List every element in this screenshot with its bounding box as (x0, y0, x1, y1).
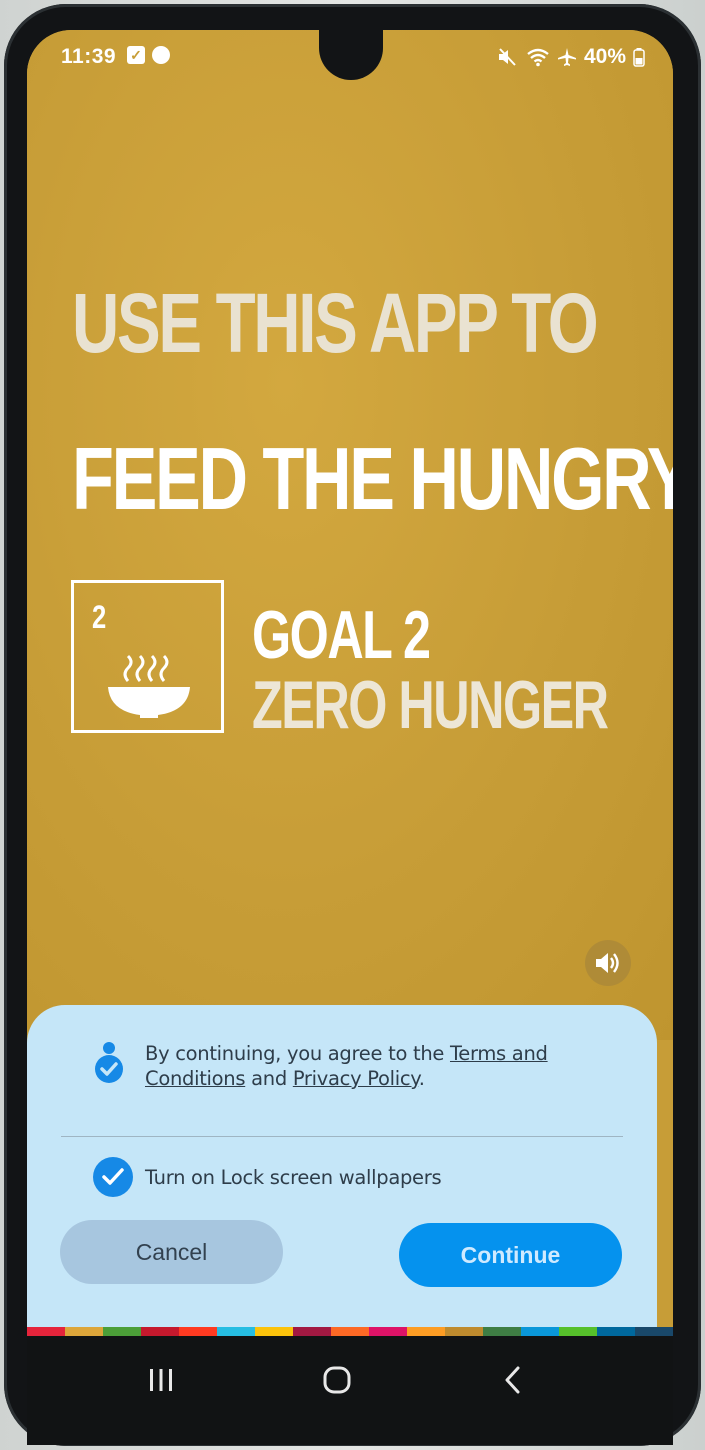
sdg-color-segment (65, 1327, 103, 1336)
sdg-color-segment (445, 1327, 483, 1336)
goal-title: GOAL 2 (252, 597, 431, 673)
sdg-color-strip (27, 1327, 673, 1336)
terms-suffix: . (418, 1067, 425, 1090)
screen: 11:39 ✓ 40% USE THIS APP TO FEED THE HUN… (27, 30, 673, 1445)
continue-button[interactable]: Continue (399, 1223, 622, 1287)
terms-row: By continuing, you agree to the Terms an… (91, 1041, 555, 1091)
home-icon (323, 1366, 351, 1394)
sdg-color-segment (521, 1327, 559, 1336)
sdg-color-segment (103, 1327, 141, 1336)
phone-device: 11:39 ✓ 40% USE THIS APP TO FEED THE HUN… (0, 0, 705, 1450)
privacy-policy-link[interactable]: Privacy Policy (293, 1067, 419, 1090)
recent-apps-button[interactable] (131, 1358, 191, 1402)
recent-apps-icon (150, 1369, 172, 1391)
sdg-color-segment (483, 1327, 521, 1336)
check-icon (102, 1168, 124, 1185)
sdg-goal-2-icon: 2 (71, 580, 224, 733)
sdg-color-segment (255, 1327, 293, 1336)
headline-feed-the-hungry: FEED THE HUNGRY (72, 429, 673, 528)
sdg-color-segment (559, 1327, 597, 1336)
terms-middle: and (245, 1067, 293, 1090)
divider (61, 1136, 623, 1137)
face-notification-icon (152, 46, 170, 64)
back-icon (505, 1366, 520, 1394)
lock-screen-checkbox[interactable] (93, 1157, 133, 1197)
sdg-color-segment (293, 1327, 331, 1336)
sdg-color-segment (27, 1327, 65, 1336)
headline-use-this-app: USE THIS APP TO (72, 276, 599, 370)
back-button[interactable] (483, 1358, 543, 1402)
sdg-wallpaper (27, 30, 673, 1040)
terms-prefix: By continuing, you agree to the (145, 1042, 450, 1065)
consent-sheet: By continuing, you agree to the Terms an… (27, 1005, 657, 1335)
speaker-icon (596, 953, 619, 973)
steaming-bowl-icon (108, 654, 190, 718)
sdg-color-segment (217, 1327, 255, 1336)
mute-icon (498, 48, 516, 66)
checkbox-notification-icon: ✓ (127, 46, 145, 64)
sound-button[interactable] (585, 940, 631, 986)
person-check-icon (95, 1042, 123, 1083)
navigation-bar (27, 1336, 673, 1445)
battery-icon (633, 48, 645, 67)
sdg-color-segment (141, 1327, 179, 1336)
battery-percent: 40% (583, 45, 626, 68)
lock-screen-wallpaper-toggle[interactable]: Turn on Lock screen wallpapers (93, 1157, 442, 1197)
home-button[interactable] (307, 1358, 367, 1402)
goal-number: 2 (92, 599, 107, 635)
status-time: 11:39 (61, 45, 117, 68)
wifi-icon (527, 48, 549, 67)
status-bar: 11:39 ✓ 40% (27, 42, 673, 78)
sdg-color-segment (635, 1327, 673, 1336)
sdg-color-segment (179, 1327, 217, 1336)
goal-subtitle: ZERO HUNGER (252, 667, 609, 743)
sdg-color-segment (331, 1327, 369, 1336)
sdg-color-segment (597, 1327, 635, 1336)
sdg-color-segment (407, 1327, 445, 1336)
cancel-button[interactable]: Cancel (60, 1220, 283, 1284)
terms-text: By continuing, you agree to the Terms an… (145, 1041, 555, 1091)
lock-screen-label: Turn on Lock screen wallpapers (145, 1165, 442, 1189)
sdg-color-segment (369, 1327, 407, 1336)
airplane-mode-icon (557, 48, 576, 66)
